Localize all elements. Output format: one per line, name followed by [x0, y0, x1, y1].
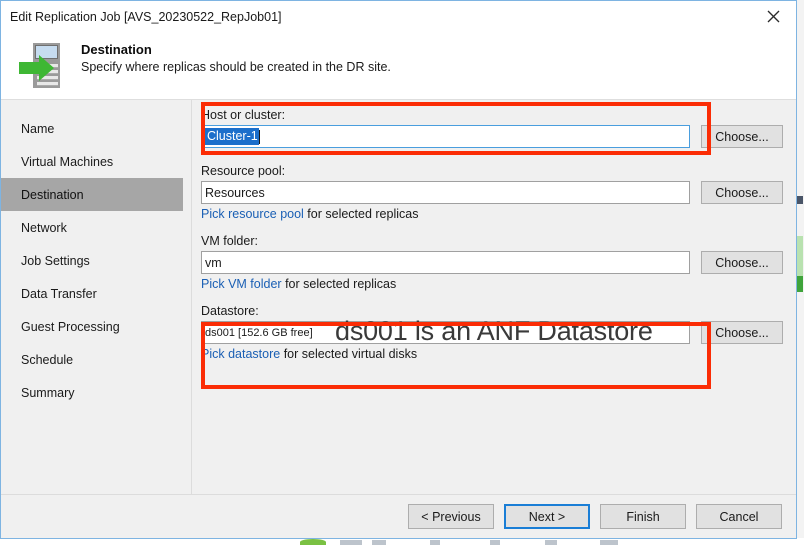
datastore-value: ds001 [152.6 GB free] [205, 326, 313, 339]
edit-replication-job-dialog: Edit Replication Job [AVS_20230522_RepJo… [0, 0, 797, 539]
background-bottom-fragment [340, 540, 362, 545]
datastore-group: Datastore: ds001 [152.6 GB free] ds001 i… [201, 304, 796, 361]
sidebar-item-label: Virtual Machines [21, 154, 114, 169]
host-or-cluster-label: Host or cluster: [201, 108, 286, 122]
sidebar-item-destination[interactable]: Destination [1, 178, 183, 211]
sidebar-item-virtual-machines[interactable]: Virtual Machines [1, 145, 183, 178]
dialog-body: Name Virtual Machines Destination Networ… [1, 100, 796, 494]
sidebar-item-network[interactable]: Network [1, 211, 183, 244]
choose-vm-folder-button[interactable]: Choose... [701, 251, 783, 274]
vm-folder-input[interactable]: vm [201, 251, 690, 274]
text-caret [258, 129, 260, 144]
window-title: Edit Replication Job [AVS_20230522_RepJo… [10, 9, 282, 24]
resource-pool-label: Resource pool: [201, 164, 286, 178]
datastore-hint-rest: for selected virtual disks [280, 347, 418, 361]
datastore-label: Datastore: [201, 304, 259, 318]
resource-pool-hint-rest: for selected replicas [303, 207, 419, 221]
finish-button[interactable]: Finish [600, 504, 686, 529]
pick-resource-pool-link[interactable]: Pick resource pool [201, 207, 304, 221]
vm-folder-group: VM folder: vm Choose... Pick VM folder f… [201, 234, 796, 291]
resource-pool-group: Resource pool: Resources Choose... Pick … [201, 164, 796, 221]
page-subtitle: Specify where replicas should be created… [81, 60, 391, 74]
background-bottom-fragment [372, 540, 386, 545]
page-title: Destination [81, 42, 152, 57]
sidebar-item-label: Network [21, 220, 67, 235]
host-or-cluster-group: Host or cluster: Cluster-1 Choose... [201, 108, 796, 148]
host-or-cluster-value: Cluster-1 [205, 127, 259, 146]
sidebar-item-schedule[interactable]: Schedule [1, 343, 183, 376]
next-button[interactable]: Next > [504, 504, 590, 529]
vm-folder-hint-rest: for selected replicas [281, 277, 397, 291]
vm-folder-row: vm Choose... [201, 251, 796, 274]
host-or-cluster-row: Cluster-1 Choose... [201, 125, 796, 148]
sidebar-item-label: Name [21, 121, 55, 136]
sidebar-item-summary[interactable]: Summary [1, 376, 183, 409]
pick-vm-folder-link[interactable]: Pick VM folder [201, 277, 282, 291]
sidebar-item-label: Job Settings [21, 253, 90, 268]
background-bottom-fragment-icon [300, 539, 326, 545]
sidebar-item-label: Guest Processing [21, 319, 120, 334]
sidebar-item-label: Summary [21, 385, 75, 400]
sidebar-item-label: Destination [21, 187, 84, 202]
resource-pool-value: Resources [205, 185, 265, 200]
resource-pool-hint: Pick resource pool for selected replicas [201, 207, 796, 221]
choose-host-button[interactable]: Choose... [701, 125, 783, 148]
previous-button[interactable]: < Previous [408, 504, 494, 529]
title-bar: Edit Replication Job [AVS_20230522_RepJo… [1, 1, 796, 32]
choose-resource-pool-button[interactable]: Choose... [701, 181, 783, 204]
datastore-hint: Pick datastore for selected virtual disk… [201, 347, 796, 361]
destination-form: Host or cluster: Cluster-1 Choose... Res… [192, 100, 796, 494]
replication-destination-icon-glyph [19, 43, 60, 88]
background-bottom-fragment [600, 540, 618, 545]
datastore-row: ds001 [152.6 GB free] ds001 is an ANF Da… [201, 316, 796, 346]
sidebar-item-job-settings[interactable]: Job Settings [1, 244, 183, 277]
pick-datastore-link[interactable]: Pick datastore [201, 347, 280, 361]
vm-folder-label: VM folder: [201, 234, 258, 248]
vm-folder-value: vm [205, 255, 222, 270]
background-bottom-fragment [430, 540, 440, 545]
background-bottom-strip [0, 538, 804, 546]
host-or-cluster-input[interactable]: Cluster-1 [201, 125, 690, 148]
resource-pool-row: Resources Choose... [201, 181, 796, 204]
sidebar-item-guest-processing[interactable]: Guest Processing [1, 310, 183, 343]
background-bottom-fragment [545, 540, 557, 545]
header-text-block: Destination Specify where replicas shoul… [81, 42, 391, 74]
vm-folder-hint: Pick VM folder for selected replicas [201, 277, 796, 291]
sidebar-item-label: Schedule [21, 352, 74, 367]
sidebar-item-data-transfer[interactable]: Data Transfer [1, 277, 183, 310]
dialog-header: Destination Specify where replicas shoul… [1, 32, 796, 100]
resource-pool-input[interactable]: Resources [201, 181, 690, 204]
sidebar-item-label: Data Transfer [21, 286, 97, 301]
wizard-step-list: Name Virtual Machines Destination Networ… [1, 100, 192, 494]
replication-destination-icon [17, 38, 73, 94]
dialog-footer: < Previous Next > Finish Cancel [1, 494, 796, 538]
close-icon[interactable] [751, 2, 796, 32]
datastore-input[interactable]: ds001 [152.6 GB free] [201, 321, 690, 344]
sidebar-item-name[interactable]: Name [1, 112, 183, 145]
cancel-button[interactable]: Cancel [696, 504, 782, 529]
choose-datastore-button[interactable]: Choose... [701, 321, 783, 344]
background-bottom-fragment [490, 540, 500, 545]
close-icon-glyph [767, 10, 780, 23]
